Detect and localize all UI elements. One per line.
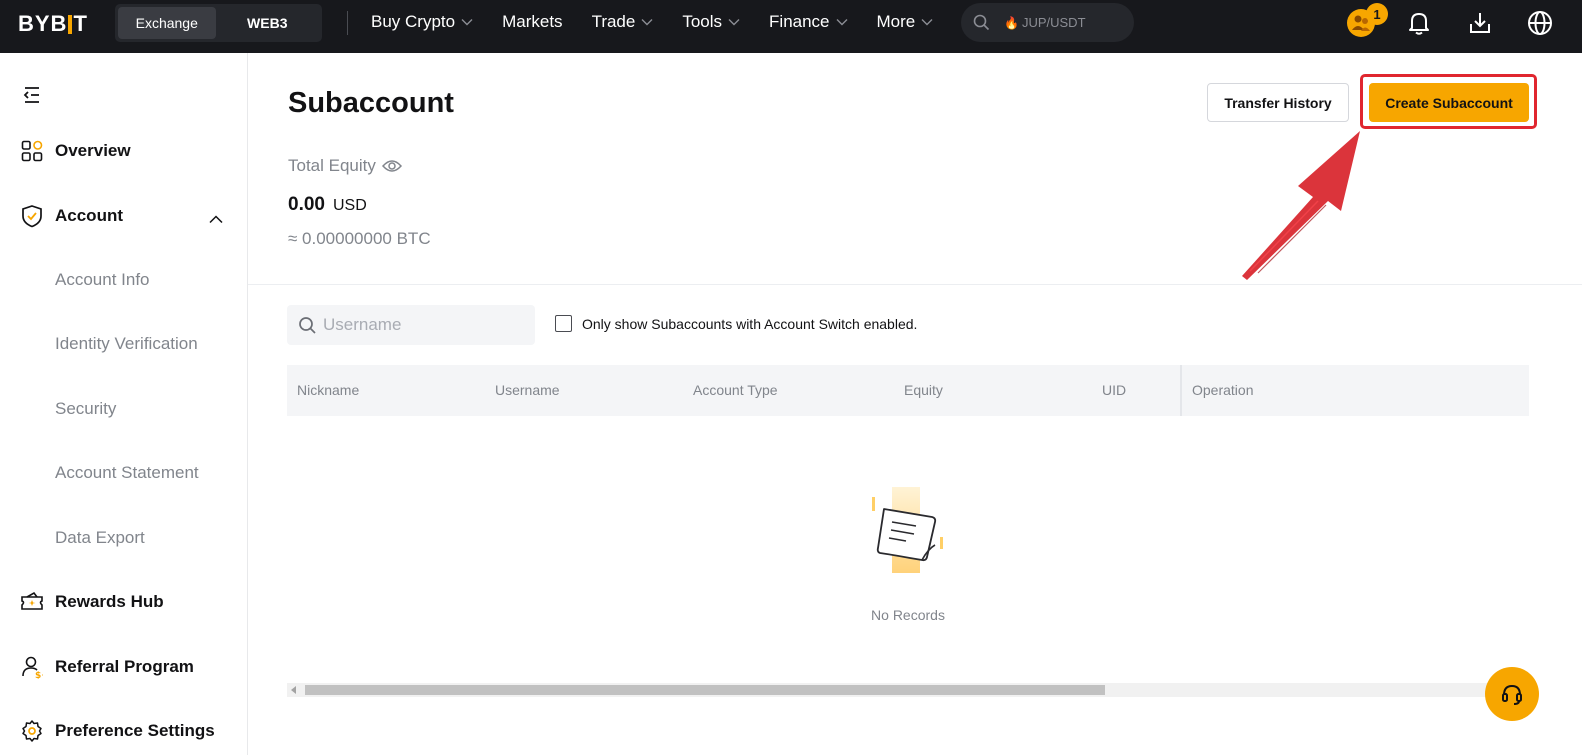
sidebar-item-account[interactable]: Account xyxy=(20,204,123,228)
sidebar-item-data-export[interactable]: Data Export xyxy=(55,528,145,548)
column-equity: Equity xyxy=(904,382,943,398)
fire-icon: 🔥 xyxy=(1004,15,1019,30)
nav-tools[interactable]: Tools xyxy=(682,12,740,32)
bell-icon[interactable] xyxy=(1404,8,1434,38)
collapse-sidebar-icon[interactable] xyxy=(22,86,42,109)
horizontal-scrollbar[interactable] xyxy=(287,683,1529,697)
username-placeholder: Username xyxy=(323,315,402,334)
eye-icon[interactable] xyxy=(381,159,402,173)
chevron-down-icon xyxy=(461,19,473,26)
main-content: Subaccount Transfer History Create Subac… xyxy=(248,53,1582,755)
top-navigation-bar: BYB T Exchange WEB3 Buy Crypto Markets Tr… xyxy=(0,0,1582,53)
account-switch-checkbox[interactable] xyxy=(555,315,572,332)
column-uid: UID xyxy=(1102,382,1127,398)
sidebar-item-security[interactable]: Security xyxy=(55,399,116,419)
annotation-arrow xyxy=(1242,131,1360,280)
column-username: Username xyxy=(495,382,560,398)
total-equity-text: Total Equity xyxy=(288,156,376,175)
sidebar-item-account-label: Account xyxy=(55,206,123,225)
equity-amount: 0.00 xyxy=(288,194,325,215)
sidebar-item-rewards-hub-label: Rewards Hub xyxy=(55,592,164,611)
web3-tab[interactable]: WEB3 xyxy=(216,7,319,39)
nav-buy-crypto[interactable]: Buy Crypto xyxy=(371,12,473,32)
sidebar-item-account-info[interactable]: Account Info xyxy=(55,270,150,290)
section-divider xyxy=(248,284,1582,285)
customer-support-button[interactable] xyxy=(1485,667,1539,721)
total-equity-label: Total Equity xyxy=(288,156,402,176)
svg-text:$+: $+ xyxy=(35,671,43,679)
page-title: Subaccount xyxy=(288,87,454,119)
sidebar-item-identity-verification[interactable]: Identity Verification xyxy=(55,334,198,354)
sidebar-item-account-statement[interactable]: Account Statement xyxy=(55,463,199,483)
shield-icon xyxy=(20,204,44,228)
nav-finance-label: Finance xyxy=(769,12,830,31)
global-search[interactable]: 🔥 JUP/USDT xyxy=(961,3,1134,42)
sidebar-item-referral-program[interactable]: $+ Referral Program xyxy=(20,655,194,679)
transfer-history-button[interactable]: Transfer History xyxy=(1207,83,1349,122)
globe-icon[interactable] xyxy=(1525,8,1555,38)
user-referral-icon: $+ xyxy=(20,655,44,679)
scrollbar-thumb[interactable] xyxy=(305,685,1105,695)
chevron-down-icon xyxy=(641,19,653,26)
equity-unit: USD xyxy=(332,197,367,214)
column-divider xyxy=(1180,365,1182,416)
notification-count-badge: 1 xyxy=(1366,3,1388,25)
subaccount-table-header: Nickname Username Account Type Equity UI… xyxy=(287,365,1529,416)
download-icon[interactable] xyxy=(1465,8,1495,38)
exchange-tab[interactable]: Exchange xyxy=(118,7,216,39)
account-switch-filter-label: Only show Subaccounts with Account Switc… xyxy=(582,315,918,332)
sidebar-item-rewards-hub[interactable]: Rewards Hub xyxy=(20,590,164,614)
ticket-icon xyxy=(20,590,44,614)
headset-icon xyxy=(1502,684,1522,705)
column-nickname: Nickname xyxy=(297,382,360,398)
nav-markets-label: Markets xyxy=(502,12,563,31)
search-icon xyxy=(299,316,316,334)
sidebar-item-overview-label: Overview xyxy=(55,141,131,160)
sidebar-item-preference-settings-label: Preference Settings xyxy=(55,721,215,740)
grid-icon xyxy=(20,139,44,163)
nav-markets[interactable]: Markets xyxy=(502,12,562,32)
nav-trade[interactable]: Trade xyxy=(592,12,654,32)
scroll-left-icon[interactable] xyxy=(291,686,296,694)
chevron-down-icon xyxy=(921,19,933,26)
column-account-type: Account Type xyxy=(693,382,778,398)
total-equity-value: 0.00 USD xyxy=(288,194,367,216)
nav-more[interactable]: More xyxy=(877,12,934,32)
nav-tools-label: Tools xyxy=(682,12,723,31)
search-placeholder: JUP/USDT xyxy=(1021,15,1086,30)
equity-btc-value: ≈ 0.00000000 BTC xyxy=(288,229,431,248)
main-nav: Buy Crypto Markets Trade Tools Finance M… xyxy=(371,0,962,44)
no-records-text: No Records xyxy=(871,607,945,623)
sidebar: Overview Account Account Info Identity V… xyxy=(0,53,248,755)
nav-buy-crypto-label: Buy Crypto xyxy=(371,12,456,31)
create-subaccount-button[interactable]: Create Subaccount xyxy=(1369,83,1529,122)
sidebar-item-preference-settings[interactable]: Preference Settings xyxy=(20,719,215,743)
empty-records-icon xyxy=(872,487,943,573)
bybit-logo[interactable]: BYB T xyxy=(18,11,92,36)
sidebar-item-overview[interactable]: Overview xyxy=(20,139,131,163)
sidebar-item-referral-program-label: Referral Program xyxy=(55,657,194,676)
exchange-web3-switcher: Exchange WEB3 xyxy=(115,4,322,42)
nav-trade-label: Trade xyxy=(591,12,636,31)
nav-more-label: More xyxy=(876,12,916,31)
chevron-up-icon[interactable] xyxy=(209,211,223,229)
nav-finance[interactable]: Finance xyxy=(769,12,848,32)
nav-divider xyxy=(347,11,348,35)
column-operation: Operation xyxy=(1192,382,1254,398)
chevron-down-icon xyxy=(728,19,740,26)
gear-icon xyxy=(20,719,44,743)
account-switch-filter: Only show Subaccounts with Account Switc… xyxy=(555,315,917,332)
search-icon xyxy=(973,14,990,31)
username-search-input[interactable]: Username xyxy=(287,305,535,345)
chevron-down-icon xyxy=(836,19,848,26)
